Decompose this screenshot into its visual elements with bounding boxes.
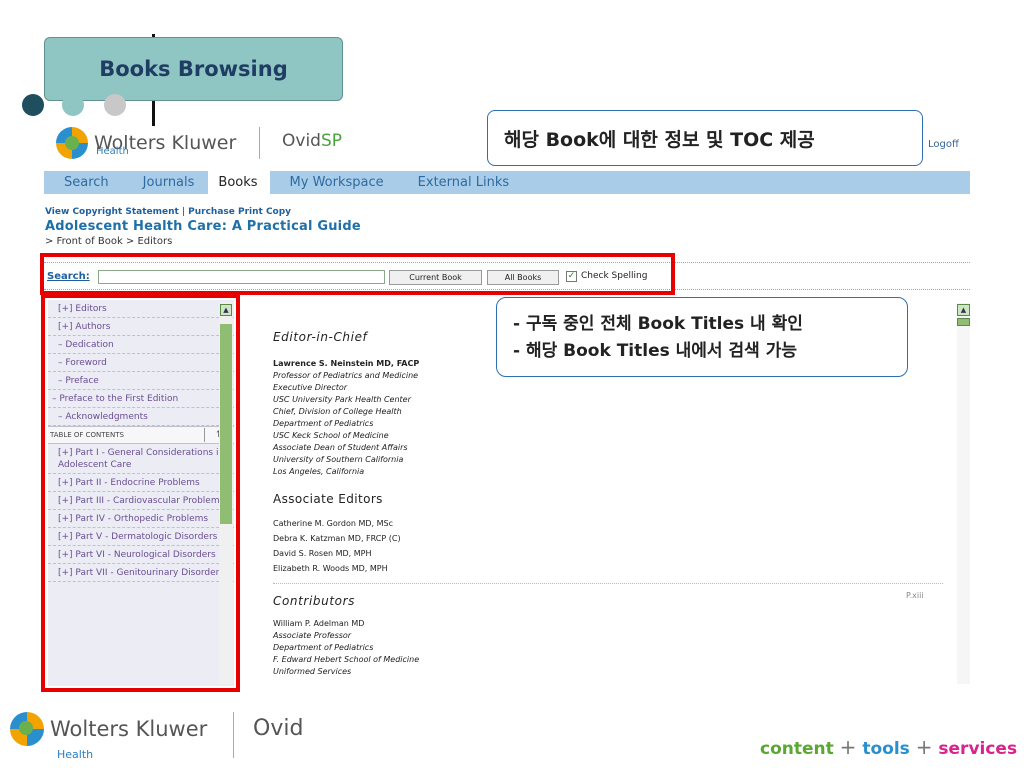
tagline-tools: tools (862, 739, 910, 759)
product-name: Ovid (282, 131, 321, 151)
content-scroll-thumb[interactable] (957, 318, 970, 326)
decorative-line-bottom (152, 100, 155, 126)
editor-in-chief-details: Professor of Pediatrics and Medicine Exe… (273, 370, 953, 478)
detail-line: Los Angeles, California (273, 467, 365, 476)
associate-editor: Elizabeth R. Woods MD, MPH (273, 564, 388, 573)
editor-in-chief-name: Lawrence S. Neinstein MD, FACP (273, 359, 420, 368)
detail-line: Uniformed Services (273, 667, 352, 674)
footer-tagline: content + tools + services (760, 735, 1017, 759)
highlight-search-area (40, 253, 675, 295)
footer-logo: Wolters Kluwer (10, 712, 207, 746)
callout-toc-info: 해당 Book에 대한 정보 및 TOC 제공 (487, 110, 923, 166)
wolters-kluwer-logo[interactable]: Wolters Kluwer (56, 127, 236, 159)
detail-line: F. Edward Hebert School of Medicine (273, 655, 420, 664)
tab-my-workspace[interactable]: My Workspace (270, 171, 398, 194)
book-content: Editor-in-Chief Lawrence S. Neinstein MD… (273, 330, 953, 674)
ovidsp-logo[interactable]: OvidSP (282, 131, 342, 151)
associate-editor: Catherine M. Gordon MD, MSc (273, 519, 394, 528)
link-separator: | (181, 207, 185, 217)
footer-brand: Wolters Kluwer (50, 717, 208, 741)
tagline-services: services (938, 739, 1018, 759)
tab-books[interactable]: Books (208, 171, 270, 194)
detail-line: USC University Park Health Center (273, 395, 411, 404)
copyright-link[interactable]: View Copyright Statement (45, 207, 179, 217)
slide-title: Books Browsing (44, 37, 343, 101)
tab-search[interactable]: Search (44, 171, 123, 194)
contributor-name: William P. Adelman MD (273, 619, 365, 628)
purchase-print-link[interactable]: Purchase Print Copy (188, 207, 291, 217)
book-links: View Copyright Statement | Purchase Prin… (45, 207, 291, 217)
detail-line: Associate Professor (273, 631, 352, 640)
detail-line: University of Southern California (273, 455, 404, 464)
tagline-plus: + (839, 735, 857, 759)
footer-brand-sub: Health (57, 748, 94, 761)
globe-icon (10, 712, 44, 746)
scroll-up-icon[interactable]: ▲ (957, 304, 970, 316)
tab-journals[interactable]: Journals (123, 171, 209, 194)
logoff-link[interactable]: Logoff (928, 139, 959, 150)
footer-divider (233, 712, 234, 758)
breadcrumb: > Front of Book > Editors (45, 236, 173, 247)
detail-line: Department of Pediatrics (273, 419, 374, 428)
highlight-toc-panel (41, 294, 240, 692)
associate-editors-heading: Associate Editors (273, 492, 383, 506)
detail-line: Chief, Division of College Health (273, 407, 402, 416)
tagline-content: content (760, 739, 834, 759)
decorative-dot-1 (22, 94, 44, 116)
editor-in-chief-heading: Editor-in-Chief (273, 330, 368, 344)
footer-product: Ovid (253, 716, 304, 741)
tab-external-links[interactable]: External Links (398, 171, 523, 194)
product-accent: SP (320, 131, 343, 151)
tagline-plus: + (915, 735, 933, 759)
main-nav: Search Journals Books My Workspace Exter… (44, 171, 970, 194)
decorative-dot-2 (62, 94, 84, 116)
detail-line: USC Keck School of Medicine (273, 431, 389, 440)
brand-sub: Health (96, 146, 129, 157)
detail-line: Department of Pediatrics (273, 643, 374, 652)
detail-line: Executive Director (273, 383, 348, 392)
detail-line: Associate Dean of Student Affairs (273, 443, 408, 452)
book-title: Adolescent Health Care: A Practical Guid… (45, 219, 361, 234)
detail-line: Professor of Pediatrics and Medicine (273, 371, 419, 380)
associate-editor: David S. Rosen MD, MPH (273, 549, 372, 558)
contributors-heading: Contributors (273, 594, 355, 608)
content-scrollbar[interactable]: ▲ (957, 303, 970, 684)
decorative-dot-3 (104, 94, 126, 116)
logo-divider (259, 127, 260, 159)
associate-editor: Debra K. Katzman MD, FRCP (C) (273, 534, 401, 543)
page-number: P.xiii (906, 591, 924, 600)
globe-icon (56, 127, 88, 159)
